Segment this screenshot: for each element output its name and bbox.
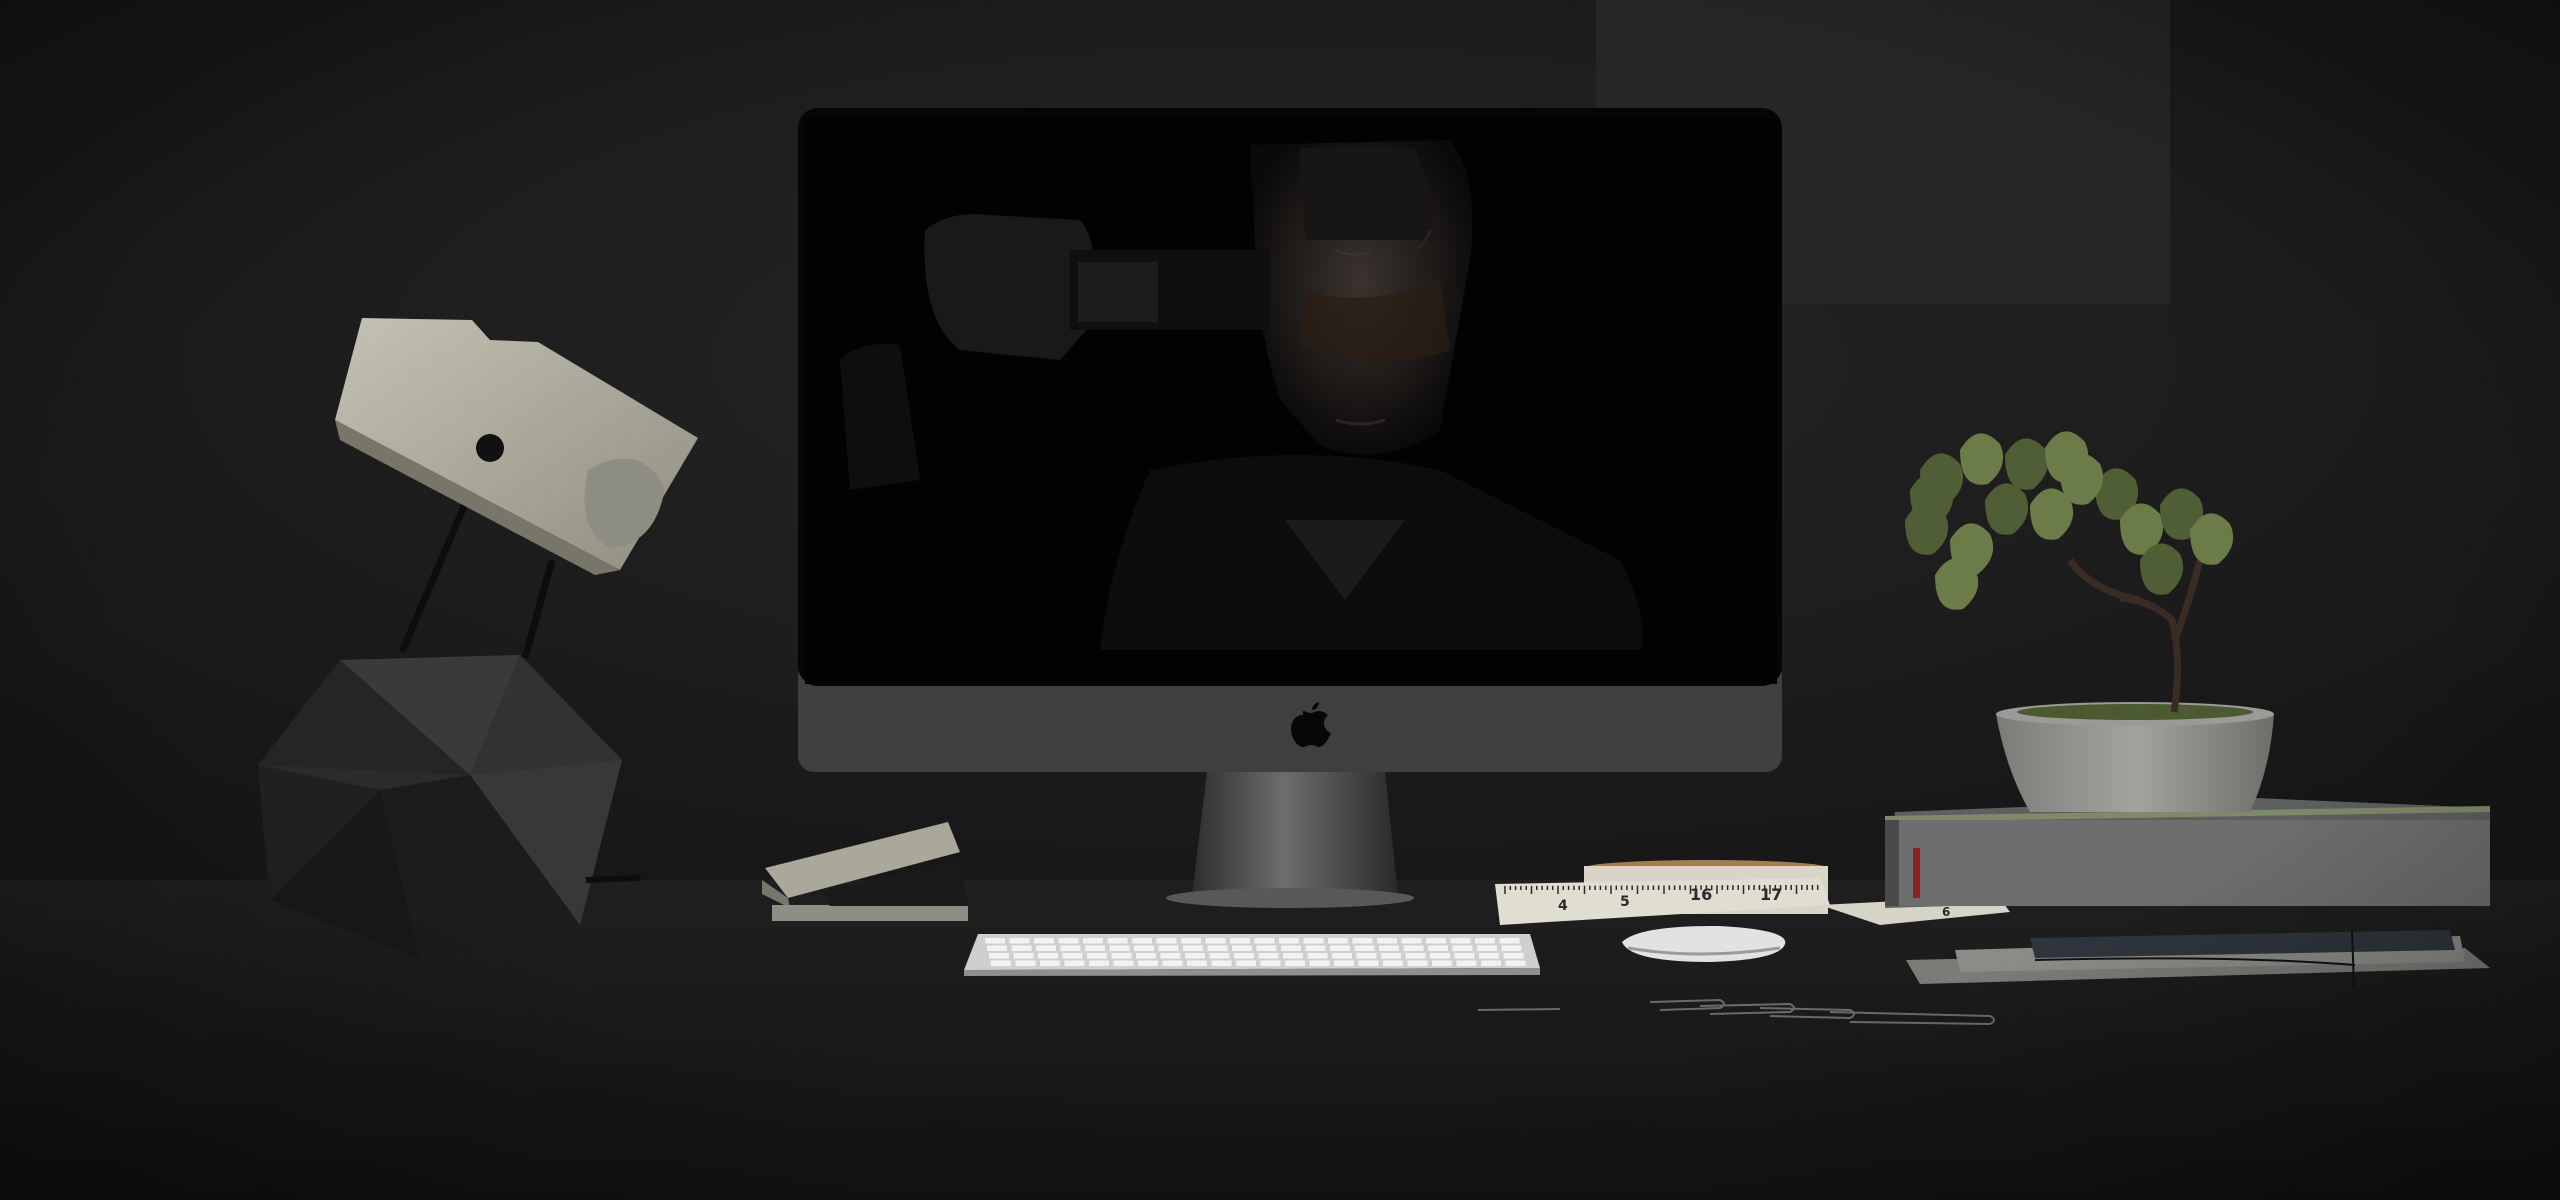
vignette-overlay bbox=[0, 0, 2560, 1200]
desk-scene: 4 5 16 17 6 bbox=[0, 0, 2560, 1200]
